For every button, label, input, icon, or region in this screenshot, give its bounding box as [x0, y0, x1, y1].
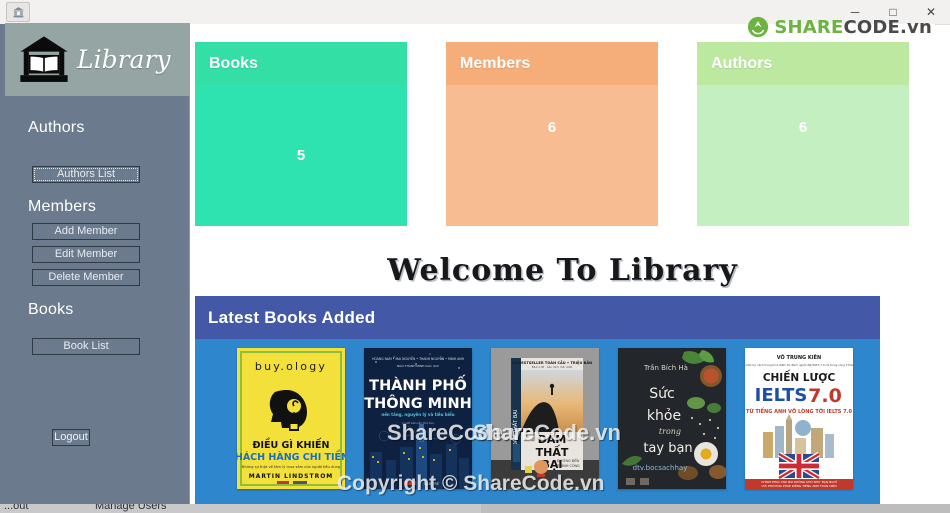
minimize-button[interactable]: ─ [836, 0, 874, 24]
book-list-button[interactable]: Book List [32, 338, 140, 355]
latest-books-panel: Latest Books Added buy.ology ĐIỀU GÌ KHI… [195, 296, 880, 504]
stat-card-authors-header: Authors [697, 42, 909, 85]
svg-text:trong: trong [659, 427, 681, 436]
bottom-strip-manage-users-label[interactable]: Manage Users [95, 504, 167, 512]
stat-card-authors-value: 6 [798, 119, 808, 136]
svg-text:ĐIỀU GÌ KHIẾN: ĐIỀU GÌ KHIẾN [253, 438, 330, 451]
book-cover-ielts[interactable]: VÕ TRUNG KIÊN Bí mật học cách trung bình… [745, 348, 853, 489]
svg-text:MARTIN LINDSTROM: MARTIN LINDSTROM [249, 473, 334, 480]
main-content: Books 5 Members 6 Authors 6 Welcome To L… [190, 24, 935, 504]
svg-text:DÁM: DÁM [538, 433, 567, 446]
sidebar-brand-title: Library [77, 45, 171, 74]
svg-text:7.0: 7.0 [808, 385, 842, 407]
logout-button[interactable]: Logout [52, 429, 90, 446]
stat-card-books[interactable]: Books 5 [195, 42, 407, 226]
sidebar: Library Authors Authors List Members Add… [0, 23, 190, 504]
library-building-icon [20, 35, 68, 82]
book-cover-thanh-pho[interactable]: HOÀNG NAM • MAI NGUYỄN • THANH NGUYỄN • … [364, 348, 472, 489]
svg-text:VÕ TRUNG KIÊN: VÕ TRUNG KIÊN [777, 353, 821, 361]
svg-text:(xuất bản lần thứ ba): (xuất bản lần thứ ba) [402, 421, 434, 425]
close-button[interactable]: ✕ [912, 0, 950, 24]
latest-books-panel-header: Latest Books Added [195, 296, 880, 339]
stat-cards: Books 5 Members 6 Authors 6 [195, 42, 930, 232]
edit-member-button[interactable]: Edit Member [32, 246, 140, 263]
svg-text:DÁM THẤT BẠI: DÁM THẤT BẠI [511, 410, 519, 446]
stat-card-authors-title: Authors [711, 54, 773, 72]
authors-list-button[interactable]: Authors List [32, 166, 140, 183]
bottom-strip-logout-label[interactable]: ...out [4, 504, 28, 512]
sidebar-heading-members: Members [28, 198, 97, 215]
svg-text:dtv.bocsachhay: dtv.bocsachhay [633, 464, 688, 472]
bottom-strip-left-bar [0, 504, 481, 513]
svg-text:Sức: Sức [649, 386, 674, 402]
svg-text:Trần Bích Hà: Trần Bích Hà [643, 364, 688, 372]
stat-card-members-title: Members [460, 54, 531, 72]
svg-text:khỏe: khỏe [647, 408, 681, 424]
stat-card-members[interactable]: Members 6 [446, 42, 658, 226]
add-member-button[interactable]: Add Member [32, 223, 140, 240]
svg-text:HOÀNG NAM • MAI NGUYỄN • THANH: HOÀNG NAM • MAI NGUYỄN • THANH NGUYỄN • … [372, 356, 465, 361]
welcome-title: Welcome To Library [387, 252, 738, 288]
svg-text:THÔNG MINH: THÔNG MINH [364, 394, 472, 412]
stat-card-books-body: 5 [195, 85, 407, 226]
latest-books-title: Latest Books Added [208, 307, 376, 327]
svg-text:IELTS: IELTS [755, 385, 808, 406]
svg-text:NXB TRẺ: NXB TRẺ [424, 481, 439, 486]
sidebar-heading-authors: Authors [28, 119, 85, 136]
book-cover-suc-khoe[interactable]: Trần Bích Hà Sức khỏe trong tay bạn dtv.… [618, 348, 726, 489]
svg-text:nền tảng, nguyên lý và tiêu bi: nền tảng, nguyên lý và tiêu biểu [381, 412, 454, 417]
svg-text:KHÁCH HÀNG CHI TIỀN?: KHÁCH HÀNG CHI TIỀN? [237, 450, 345, 463]
svg-text:TỪ TIẾNG ANH VỠ LÒNG TỚI IELTS: TỪ TIẾNG ANH VỠ LÒNG TỚI IELTS 7.0 [746, 407, 852, 415]
book-cover-dam-that-bai[interactable]: DÁM THẤT BẠI #1 BESTSELLER TOÀN CẦU • TR… [491, 348, 599, 489]
sidebar-brand: Library [5, 23, 190, 96]
welcome-banner: Welcome To Library [190, 246, 935, 294]
window-title-bar: ─ □ ✕ [0, 0, 950, 25]
svg-text:CHIẾN LƯỢC: CHIẾN LƯỢC [763, 369, 836, 384]
svg-text:BILLI LIM · bản dịch mới nhất: BILLI LIM · bản dịch mới nhất [532, 365, 573, 369]
latest-books-list: buy.ology ĐIỀU GÌ KHIẾN KHÁCH HÀNG CHI T… [195, 339, 880, 504]
delete-member-button[interactable]: Delete Member [32, 269, 140, 286]
stat-card-authors-body: 6 [697, 85, 909, 226]
stat-card-books-title: Books [209, 54, 258, 72]
maximize-button[interactable]: □ [874, 0, 912, 24]
stat-card-members-header: Members [446, 42, 658, 85]
window-controls: ─ □ ✕ [836, 0, 950, 24]
svg-text:tay bạn: tay bạn [643, 441, 692, 456]
svg-text:Những sự thật về tâm lý mua sắ: Những sự thật về tâm lý mua sắm của ngườ… [242, 464, 340, 469]
bottom-strip-right-bar [481, 504, 950, 513]
bottom-menu-strip: ...out Manage Users [0, 504, 950, 513]
svg-text:buy.ology: buy.ology [255, 360, 327, 373]
library-app-icon [6, 2, 30, 22]
stat-card-books-value: 5 [296, 147, 306, 164]
stat-card-authors[interactable]: Authors 6 [697, 42, 909, 226]
svg-text:Bí mật học cách trung bình điể: Bí mật học cách trung bình điểm thi đánh… [745, 362, 853, 367]
book-cover-buyology[interactable]: buy.ology ĐIỀU GÌ KHIẾN KHÁCH HÀNG CHI T… [237, 348, 345, 489]
svg-text:THÀNH CÔNG: THÀNH CÔNG [555, 463, 580, 468]
sidebar-heading-books: Books [28, 301, 74, 318]
svg-text:NGÔ THÀNH MINH biên dịch: NGÔ THÀNH MINH biên dịch [397, 363, 439, 368]
stat-card-members-body: 6 [446, 85, 658, 226]
application-window: ─ □ ✕ SHARECODE.vn Library Authors Autho… [0, 0, 950, 513]
svg-text:THẤT: THẤT [536, 444, 569, 459]
stat-card-books-header: Books [195, 42, 407, 85]
stat-card-members-value: 6 [547, 119, 557, 136]
